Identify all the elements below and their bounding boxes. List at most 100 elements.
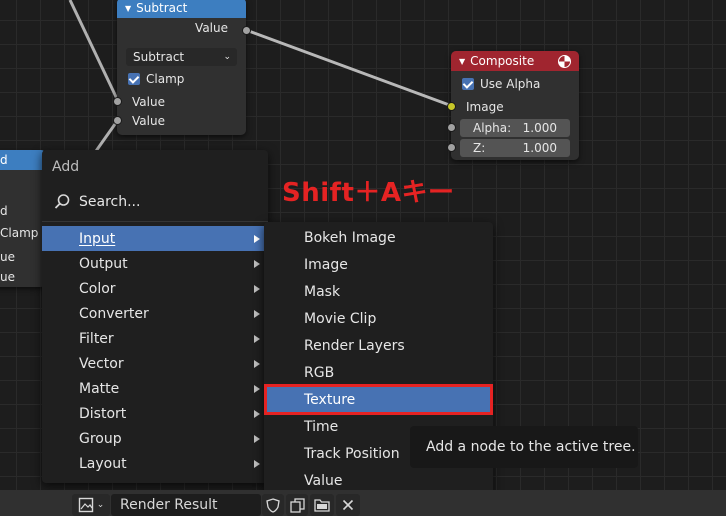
subtract-operation-dropdown[interactable]: Subtract ⌄	[126, 48, 237, 66]
menu-item-filter[interactable]: Filter	[42, 326, 266, 351]
left-partial-row-2: Clamp	[0, 226, 39, 240]
subtract-input-socket-2[interactable]	[113, 116, 122, 125]
add-menu-search[interactable]: Search...	[42, 188, 268, 216]
z-field[interactable]: Z: 1.000	[460, 139, 570, 157]
menu-item-matte[interactable]: Matte	[42, 376, 266, 401]
close-icon	[342, 499, 354, 511]
open-image-button[interactable]	[310, 494, 334, 516]
menu-item-label: Color	[79, 280, 116, 297]
clamp-checkbox[interactable]	[128, 73, 140, 85]
link-to-subtract-input-1	[68, 0, 120, 102]
left-partial-node-header[interactable]: d	[0, 150, 46, 170]
submenu-item-mask[interactable]: Mask	[264, 279, 493, 304]
submenu-item-label: Value	[304, 472, 343, 489]
submenu-arrow-icon	[254, 309, 260, 318]
add-menu[interactable]: Add Search... Input Output Color Convert…	[42, 150, 268, 483]
submenu-item-label: Image	[304, 256, 348, 273]
composite-image-socket[interactable]	[447, 102, 456, 111]
menu-item-label: Output	[79, 255, 128, 272]
add-menu-title: Add	[52, 159, 80, 175]
subtract-input-label-2: Value	[132, 114, 165, 128]
submenu-item-label: Track Position	[304, 445, 400, 462]
unlink-image-button[interactable]	[336, 494, 360, 516]
render-icon[interactable]	[558, 54, 571, 68]
menu-item-label: Matte	[79, 380, 120, 397]
subtract-node-title: Subtract	[136, 1, 188, 15]
composite-z-socket[interactable]	[447, 143, 456, 152]
menu-item-distort[interactable]: Distort	[42, 401, 266, 426]
submenu-arrow-icon	[254, 459, 260, 468]
duplicate-image-button[interactable]	[286, 494, 308, 516]
submenu-item-bokeh-image[interactable]: Bokeh Image	[264, 225, 493, 250]
submenu-item-label: RGB	[304, 364, 335, 381]
subtract-output-socket[interactable]	[242, 26, 251, 35]
image-name-value: Render Result	[120, 497, 218, 513]
alpha-field[interactable]: Alpha: 1.000	[460, 119, 570, 137]
chevron-down-icon: ⌄	[223, 52, 231, 62]
image-name-field[interactable]: Render Result	[111, 494, 261, 516]
duplicate-icon	[289, 497, 305, 513]
submenu-arrow-icon	[254, 434, 260, 443]
menu-item-label: Vector	[79, 355, 124, 372]
tooltip-text: Add a node to the active tree.	[426, 439, 636, 455]
chevron-down-icon: ⌄	[96, 500, 105, 510]
menu-item-layout[interactable]: Layout	[42, 451, 266, 476]
menu-item-label: Input	[79, 230, 116, 247]
submenu-item-movie-clip[interactable]: Movie Clip	[264, 306, 493, 331]
clamp-label: Clamp	[146, 72, 185, 86]
menu-item-label: Distort	[79, 405, 127, 422]
left-partial-row-3: ue	[0, 250, 15, 264]
z-label: Z:	[473, 141, 486, 155]
composite-node-title: Composite	[470, 54, 535, 68]
submenu-item-label: Bokeh Image	[304, 229, 396, 246]
use-alpha-checkbox[interactable]	[462, 78, 474, 90]
search-icon	[54, 194, 70, 209]
left-partial-row-1: d	[0, 204, 8, 218]
image-browse-dropdown[interactable]: ⌄	[72, 494, 110, 516]
shortcut-annotation: Shift＋Aキー	[282, 178, 455, 208]
left-partial-node[interactable]: d d Clamp ue ue	[0, 150, 46, 287]
tooltip: Add a node to the active tree.	[410, 426, 638, 468]
use-alpha-label: Use Alpha	[480, 77, 541, 91]
subtract-input-label-1: Value	[132, 95, 165, 109]
menu-item-input[interactable]: Input	[42, 226, 266, 251]
submenu-arrow-icon	[254, 234, 260, 243]
submenu-item-label: Render Layers	[304, 337, 405, 354]
menu-item-output[interactable]: Output	[42, 251, 266, 276]
submenu-arrow-icon	[254, 409, 260, 418]
submenu-item-texture[interactable]: Texture	[264, 384, 493, 415]
shield-icon	[266, 497, 280, 513]
menu-item-label: Group	[79, 430, 122, 447]
subtract-output-label: Value	[195, 21, 228, 35]
collapse-arrow-icon[interactable]: ▼	[125, 4, 131, 13]
menu-item-color[interactable]: Color	[42, 276, 266, 301]
submenu-arrow-icon	[254, 284, 260, 293]
fake-user-button[interactable]	[262, 494, 284, 516]
menu-item-label: Layout	[79, 455, 127, 472]
submenu-item-image[interactable]: Image	[264, 252, 493, 277]
submenu-arrow-icon	[254, 334, 260, 343]
composite-node-header[interactable]: ▼ Composite	[451, 51, 579, 71]
submenu-arrow-icon	[254, 259, 260, 268]
composite-node[interactable]: ▼ Composite Use Alpha Image Alpha: 1.000…	[451, 51, 579, 160]
menu-item-group[interactable]: Group	[42, 426, 266, 451]
menu-item-vector[interactable]: Vector	[42, 351, 266, 376]
subtract-node[interactable]: ▼ Subtract Value Subtract ⌄ Clamp Value …	[117, 0, 246, 135]
submenu-item-label: Movie Clip	[304, 310, 377, 327]
z-value: 1.000	[522, 141, 557, 155]
link-subtract-to-composite	[245, 28, 453, 108]
submenu-item-render-layers[interactable]: Render Layers	[264, 333, 493, 358]
menu-item-converter[interactable]: Converter	[42, 301, 266, 326]
subtract-input-socket-1[interactable]	[113, 97, 122, 106]
left-partial-node-title: d	[0, 153, 8, 167]
left-partial-row-4: ue	[0, 270, 15, 284]
collapse-arrow-icon[interactable]: ▼	[459, 57, 465, 66]
image-icon	[78, 497, 93, 513]
submenu-arrow-icon	[254, 359, 260, 368]
folder-icon	[314, 499, 330, 512]
submenu-item-rgb[interactable]: RGB	[264, 360, 493, 385]
composite-alpha-socket[interactable]	[447, 123, 456, 132]
submenu-item-label: Texture	[304, 391, 356, 408]
subtract-node-header[interactable]: ▼ Subtract	[117, 0, 246, 18]
subtract-operation-value: Subtract	[133, 50, 185, 64]
